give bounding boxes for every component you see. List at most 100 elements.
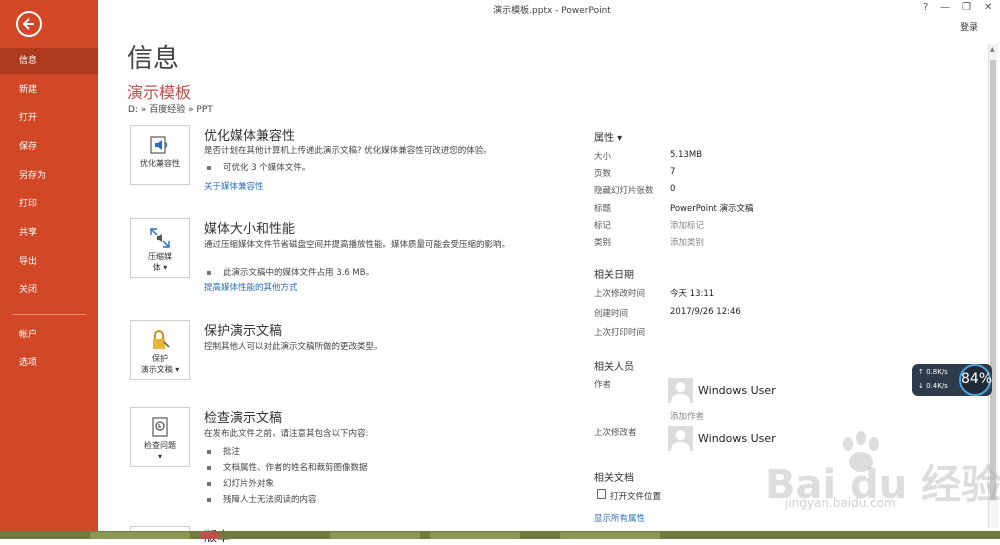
check-for-issues-button[interactable]: 检查问题 ▾ xyxy=(130,407,190,467)
tile-label: 体 ▾ xyxy=(152,263,168,272)
show-all-properties-link[interactable]: 显示所有属性 xyxy=(594,512,645,524)
help-button[interactable]: ? xyxy=(923,2,928,13)
section-title: 保护演示文稿 xyxy=(204,324,283,339)
modifier-label: 上次修改者 xyxy=(594,428,637,438)
compress-media-icon xyxy=(150,228,170,248)
taskbar-button[interactable] xyxy=(560,532,660,539)
nav-item-share[interactable]: 共享 xyxy=(0,220,98,246)
tile-label: 优化兼容性 xyxy=(140,159,180,168)
download-speed: ↓ 0.4K/s xyxy=(918,382,948,390)
section-description: 控制其他人可以对此演示文稿所做的更改类型。 xyxy=(204,342,383,352)
user-icon xyxy=(671,382,690,403)
author-name[interactable]: Windows User xyxy=(698,384,776,397)
restore-button[interactable]: ❐ xyxy=(962,2,971,13)
watermark-url: jingyan.baidu.com xyxy=(785,496,896,510)
tile-label: 压缩媒 xyxy=(148,252,172,261)
related-dates-header: 相关日期 xyxy=(594,270,634,281)
document-name: 演示模板 xyxy=(127,83,192,102)
prop-key: 上次打印时间 xyxy=(594,328,646,338)
minimize-button[interactable]: — xyxy=(940,2,950,13)
nav-item-info[interactable]: 信息 xyxy=(0,48,98,74)
taskbar-button[interactable] xyxy=(430,532,520,539)
prop-key: 页数 xyxy=(594,169,612,179)
add-author-field[interactable]: 添加作者 xyxy=(670,410,704,422)
window-title: 演示模板.pptx - PowerPoint xyxy=(493,6,611,16)
media-compatibility-link[interactable]: 关于媒体兼容性 xyxy=(204,180,264,192)
nav-item-open[interactable]: 打开 xyxy=(0,105,98,131)
close-button[interactable]: ✕ xyxy=(984,2,992,13)
title-bar: 演示模板.pptx - PowerPoint xyxy=(98,0,1000,20)
taskbar-button[interactable] xyxy=(200,532,220,539)
related-people-header: 相关人员 xyxy=(594,362,634,373)
modifier-name[interactable]: Windows User xyxy=(698,432,776,445)
prop-key: 大小 xyxy=(594,152,612,162)
lock-icon xyxy=(153,330,170,349)
prop-value: 0 xyxy=(670,184,676,194)
section-description: 在发布此文件之前，请注意其包含以下内容: xyxy=(204,429,369,439)
section-title: 检查演示文稿 xyxy=(204,411,283,426)
arrow-left-icon xyxy=(22,18,34,30)
scroll-thumb[interactable] xyxy=(990,60,996,500)
open-file-location-link[interactable]: 打开文件位置 xyxy=(610,490,661,502)
scroll-up-icon[interactable]: ▲ xyxy=(990,46,995,53)
properties-header[interactable]: 属性 ▾ xyxy=(594,129,622,144)
speaker-icon xyxy=(150,136,168,154)
prop-key: 隐藏幻灯片张数 xyxy=(594,186,654,196)
tile-label: 演示文稿 ▾ xyxy=(140,365,180,374)
add-tag-field[interactable]: 添加标记 xyxy=(670,219,704,231)
breadcrumb: D: » 百度经验 » PPT xyxy=(128,105,213,115)
backstage-sidebar: 信息 新建 打开 保存 另存为 打印 共享 导出 关闭 帐户 选项 xyxy=(0,0,98,539)
sign-in-link[interactable]: 登录 xyxy=(960,20,978,33)
nav-item-save-as[interactable]: 另存为 xyxy=(0,163,98,189)
upload-speed: ↑ 0.8K/s xyxy=(918,368,948,376)
tile-label: 保护 xyxy=(152,354,168,363)
list-item: 文档属性、作者的姓名和裁剪图像数据 xyxy=(207,461,368,473)
prop-key: 上次修改时间 xyxy=(594,289,646,299)
prop-value: 7 xyxy=(670,167,676,177)
user-icon xyxy=(671,430,690,451)
list-item: 此演示文稿中的媒体文件占用 3.6 MB。 xyxy=(207,266,374,278)
page-title: 信息 xyxy=(127,44,180,74)
nav-item-new[interactable]: 新建 xyxy=(0,77,98,103)
prop-key: 标题 xyxy=(594,204,612,214)
nav-item-close[interactable]: 关闭 xyxy=(0,277,98,303)
section-description: 通过压缩媒体文件节省磁盘空间并提高播放性能。媒体质量可能会受压缩的影响。 xyxy=(204,240,511,250)
prop-key: 标记 xyxy=(594,221,612,231)
media-performance-link[interactable]: 提高媒体性能的其他方式 xyxy=(204,281,298,293)
section-title: 媒体大小和性能 xyxy=(204,222,296,237)
related-docs-header: 相关文档 xyxy=(594,473,634,484)
protect-presentation-button[interactable]: 保护 演示文稿 ▾ xyxy=(130,320,190,380)
prop-value: 2017/9/26 12:46 xyxy=(670,307,741,317)
tile-label: 检查问题 xyxy=(144,441,176,450)
section-description: 是否计划在其他计算机上传递此演示文稿? 优化媒体兼容性可改进您的体验。 xyxy=(204,146,492,156)
list-item: 残障人士无法阅读的内容 xyxy=(207,493,317,505)
prop-key: 创建时间 xyxy=(594,309,629,319)
chevron-down-icon: ▾ xyxy=(157,452,162,461)
inspect-document-icon xyxy=(152,417,168,437)
memory-percent: 84% xyxy=(959,364,992,396)
nav-item-options[interactable]: 选项 xyxy=(0,350,98,376)
list-item: 可优化 3 个媒体文件。 xyxy=(207,161,310,173)
prop-value: 今天 13:11 xyxy=(670,289,715,299)
nav-item-save[interactable]: 保存 xyxy=(0,134,98,160)
title-value[interactable]: PowerPoint 演示文稿 xyxy=(670,202,754,214)
nav-item-export[interactable]: 导出 xyxy=(0,249,98,275)
back-button[interactable] xyxy=(16,11,42,37)
avatar xyxy=(668,378,693,403)
nav-divider xyxy=(12,314,86,315)
network-speed-widget[interactable]: ↑ 0.8K/s ↓ 0.4K/s 84% xyxy=(912,364,992,396)
optimize-compatibility-button[interactable]: 优化兼容性 xyxy=(130,125,190,185)
list-item: 幻灯片外对象 xyxy=(207,477,274,489)
compress-media-button[interactable]: 压缩媒 体 ▾ xyxy=(130,218,190,278)
prop-key: 类别 xyxy=(594,238,612,248)
add-category-field[interactable]: 添加类别 xyxy=(670,236,704,248)
nav-item-print[interactable]: 打印 xyxy=(0,191,98,217)
author-label: 作者 xyxy=(594,380,612,390)
nav-item-account[interactable]: 帐户 xyxy=(0,322,98,348)
list-item: 批注 xyxy=(207,445,240,457)
prop-value: 5.13MB xyxy=(670,150,703,160)
section-title: 优化媒体兼容性 xyxy=(204,129,296,144)
taskbar-button[interactable] xyxy=(330,532,420,539)
taskbar-button[interactable] xyxy=(90,532,190,539)
avatar xyxy=(668,426,693,451)
